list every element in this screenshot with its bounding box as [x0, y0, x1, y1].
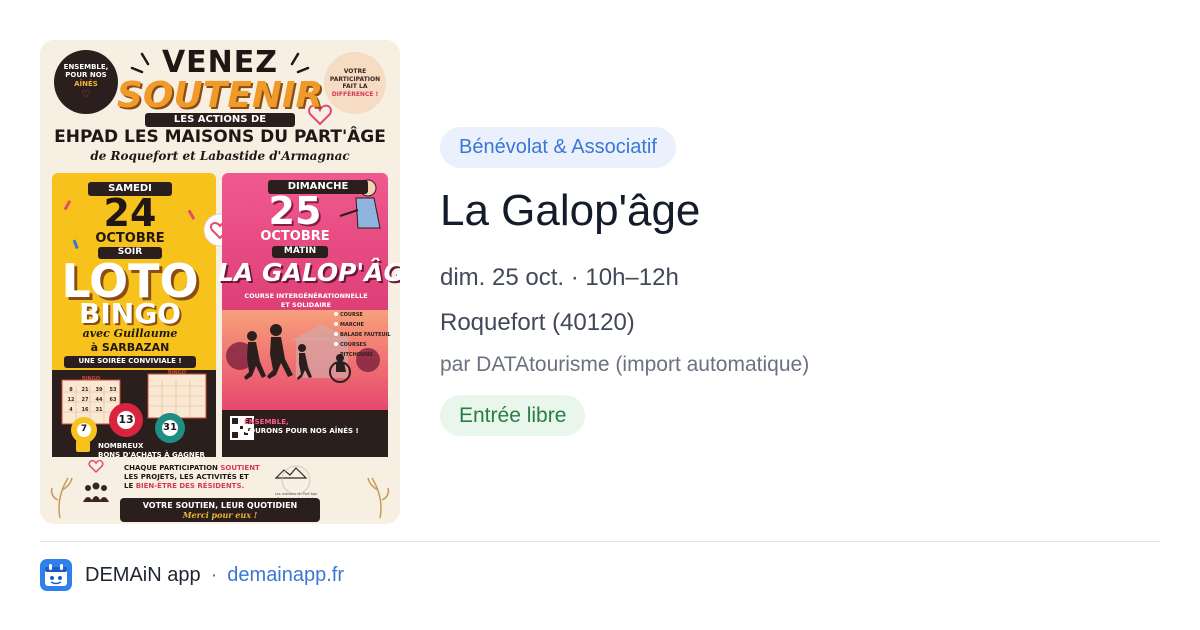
bingo-card-label-2: BINGO	[167, 370, 187, 376]
poster-headline: VENEZ	[161, 45, 279, 80]
bingo-number: 27	[81, 397, 89, 403]
loto-host: avec Guillaume	[82, 327, 178, 340]
bingo-ball: 31	[163, 422, 177, 433]
bingo-number: 16	[81, 407, 89, 413]
poster-towns: de Roquefort et Labastide d'Armagnac	[90, 149, 350, 163]
footer-divider	[40, 541, 1160, 542]
bingo-number: 12	[67, 397, 75, 403]
activity-item: COURSES PITCHOUNS	[340, 342, 373, 358]
bingo-ball: 7	[80, 424, 88, 434]
event-location: Roquefort (40120)	[440, 309, 635, 336]
galop-moment: MATIN	[272, 246, 328, 258]
poster-org: EHPAD LES MAISONS DU PART'ÂGE	[54, 127, 386, 147]
bingo-number: 53	[109, 387, 117, 393]
event-poster-image: ENSEMBLE, POUR NOS AÎNÉS ♡ VOTRE PARTICI…	[40, 40, 400, 524]
galop-title: LA GALOP'ÂGE	[218, 258, 400, 287]
event-title: La Galop'âge	[440, 186, 701, 235]
bingo-ball: 13	[118, 413, 134, 426]
poster-banner: LES ACTIONS DE	[145, 113, 295, 127]
activity-item: COURSE	[340, 312, 363, 318]
footer: DEMAiN app · demainapp.fr	[40, 559, 344, 591]
loto-tagline: UNE SOIRÉE CONVIVIALE !	[64, 356, 196, 368]
bingo-number: 8	[69, 387, 73, 393]
footer-separator: ·	[210, 563, 218, 586]
bingo-number: 31	[95, 407, 103, 413]
app-logo-icon	[40, 559, 72, 591]
galop-description: COURSE INTERGÉNÉRATIONNELLE ET SOLIDAIRE	[244, 292, 368, 309]
site-link[interactable]: demainapp.fr	[227, 564, 344, 587]
event-datetime: dim. 25 oct. · 10h–12h	[440, 264, 679, 291]
loto-place: à SARBAZAN	[90, 341, 170, 354]
loto-subtitle: BINGO	[79, 297, 181, 330]
loto-month: OCTOBRE	[95, 231, 165, 246]
galop-slogan: ENSEMBLE, COURONS POUR NOS AÎNÉS !	[244, 418, 359, 436]
poster-footer-banner: VOTRE SOUTIEN, LEUR QUOTIDIEN Merci pour…	[120, 498, 320, 522]
bingo-card-label-1: BINGO	[81, 376, 101, 382]
event-organizer: par DATAtourisme (import automatique)	[440, 353, 810, 376]
app-name: DEMAiN app	[85, 563, 201, 586]
activity-item: BALADE FAUTEUIL	[340, 332, 391, 338]
galop-date: 25	[268, 189, 322, 233]
activity-item: MARCHE	[340, 322, 364, 328]
support-text: CHAQUE PARTICIPATION SOUTIENT LES PROJET…	[124, 464, 260, 491]
galop-activities: COURSE MARCHE BALADE FAUTEUIL COURSES PI…	[340, 310, 392, 360]
bingo-number: 21	[81, 387, 89, 393]
galop-month: OCTOBRE	[260, 229, 330, 244]
price-badge: Entrée libre	[440, 395, 586, 436]
category-badge: Bénévolat & Associatif	[440, 127, 676, 168]
loto-date: 24	[103, 191, 157, 235]
bingo-number: 63	[109, 397, 117, 403]
bingo-number: 4	[69, 407, 73, 413]
poster-headline-2: SOUTENIR	[116, 75, 324, 116]
bingo-number: 39	[95, 387, 103, 393]
bingo-number: 44	[95, 397, 103, 403]
